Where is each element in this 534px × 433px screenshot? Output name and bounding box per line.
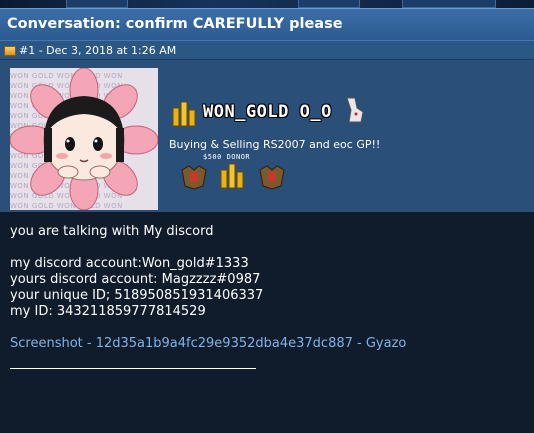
- message-line: my ID: 343211859777814529: [10, 304, 206, 319]
- message-line: your unique ID; 518950851931406337: [10, 288, 264, 303]
- nav-tab[interactable]: [402, 0, 496, 8]
- message-line: yours discord account: Magzzzz#0987: [10, 272, 261, 287]
- message-line: you are talking with My discord: [10, 224, 214, 239]
- gold-coins-icon: [220, 163, 244, 189]
- nav-tab[interactable]: [298, 0, 360, 8]
- top-strip: [0, 0, 534, 8]
- rabbit-icon: [346, 97, 364, 123]
- signature-logo-text: WON_GOLD O_O: [203, 102, 332, 122]
- armor-icon: [259, 165, 285, 190]
- post-status-icon: [4, 46, 16, 56]
- conversation-title-bar: Conversation: confirm CAREFULLY please: [0, 8, 534, 40]
- gold-coins-icon: [172, 101, 196, 127]
- message-line: my discord account:Won_gold#1333: [10, 256, 249, 271]
- flower-girl-icon: [10, 68, 158, 210]
- post-header: #1 - Dec 3, 2018 at 1:26 AM: [0, 40, 534, 60]
- conversation-title: Conversation: confirm CAREFULLY please: [7, 16, 343, 32]
- message-body: you are talking with My discord my disco…: [0, 212, 534, 433]
- signature-banner: WON GOLD WON GOLD WON WON GOLD WON GOLD …: [0, 60, 534, 212]
- signature-tagline: Buying & Selling RS2007 and eoc GP!!: [169, 138, 381, 151]
- signature-divider: [10, 368, 256, 369]
- nav-tab[interactable]: [66, 0, 128, 8]
- signature-avatar-image: WON GOLD WON GOLD WON WON GOLD WON GOLD …: [10, 68, 158, 210]
- signature-logo-area: WON_GOLD O_O Buying & Selling RS2007 and…: [165, 90, 405, 210]
- post-permalink[interactable]: #1 - Dec 3, 2018 at 1:26 AM: [19, 44, 176, 57]
- armor-icon: [181, 165, 207, 190]
- screenshot-link[interactable]: Screenshot - 12d35a1b9a4fc29e9352dba4e37…: [10, 336, 406, 351]
